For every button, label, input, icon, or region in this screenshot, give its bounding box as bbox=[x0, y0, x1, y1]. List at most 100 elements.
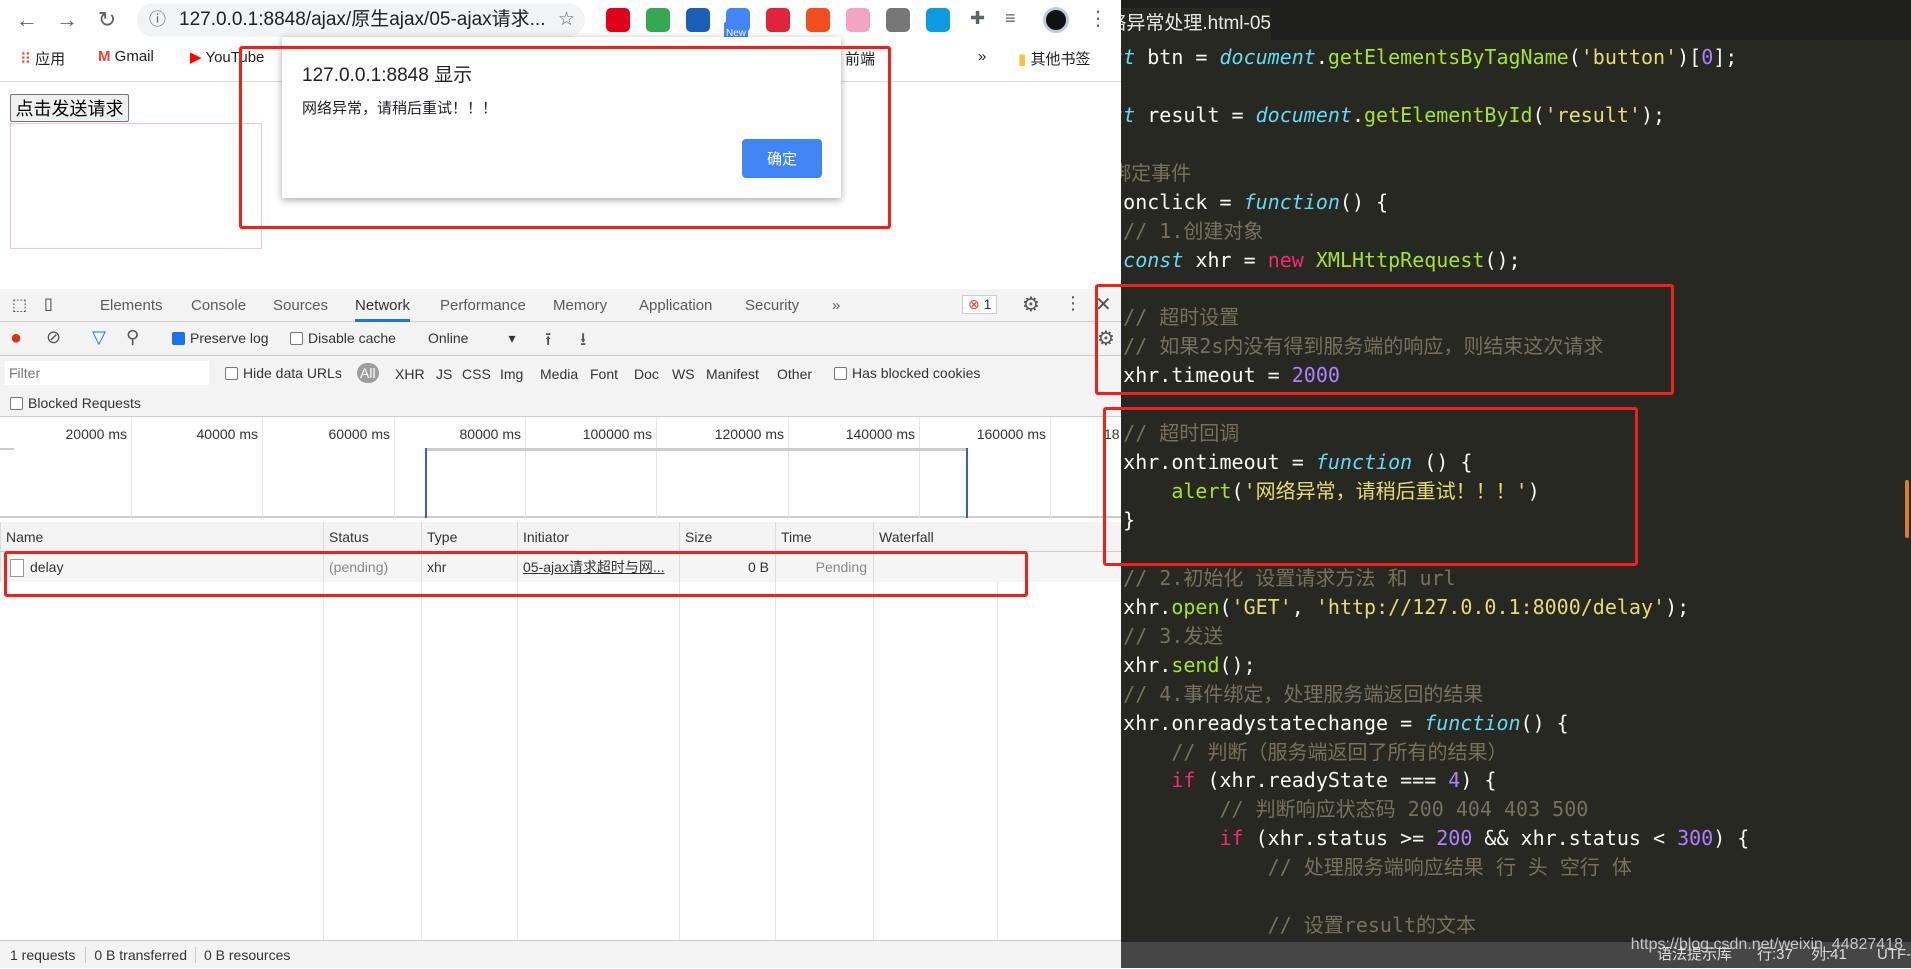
tab-console[interactable]: Console bbox=[191, 289, 246, 322]
adblock-extension-icon[interactable] bbox=[606, 8, 630, 32]
code-line[interactable]: // 绑定事件 bbox=[1121, 159, 1911, 188]
bookmark-star-icon[interactable]: ☆ bbox=[558, 3, 575, 37]
device-toggle-icon[interactable]: ▯ bbox=[44, 294, 53, 314]
column-time[interactable]: Time bbox=[775, 522, 873, 551]
ghost-extension-icon[interactable] bbox=[886, 8, 910, 32]
filter-type-other[interactable]: Other bbox=[777, 366, 812, 382]
code-line[interactable]: xhr.ontimeout = function () { bbox=[1121, 448, 1911, 477]
extensions-puzzle-icon[interactable]: ✚ bbox=[970, 8, 985, 29]
send-request-button[interactable]: 点击发送请求 bbox=[10, 94, 129, 122]
column-type[interactable]: Type bbox=[421, 522, 517, 551]
clear-icon[interactable]: ⊘ bbox=[46, 327, 61, 348]
bookmark-gmail[interactable]: M Gmail bbox=[98, 48, 154, 65]
cell-initiator[interactable]: 05-ajax请求超时与网... bbox=[517, 552, 679, 582]
code-line[interactable]: // 超时回调 bbox=[1121, 419, 1911, 448]
code-line[interactable] bbox=[1121, 130, 1911, 159]
column-name[interactable]: Name bbox=[0, 522, 323, 551]
code-area[interactable]: const btn = document.getElementsByTagNam… bbox=[1121, 43, 1911, 940]
colorful-extension-icon[interactable] bbox=[646, 8, 670, 32]
code-line[interactable]: xhr.send(); bbox=[1121, 651, 1911, 680]
column-size[interactable]: Size bbox=[679, 522, 775, 551]
filter-type-xhr[interactable]: XHR bbox=[395, 366, 425, 382]
tab-elements[interactable]: Elements bbox=[100, 289, 163, 322]
tab-application[interactable]: Application bbox=[639, 289, 712, 322]
hide-data-urls-checkbox[interactable]: Hide data URLs bbox=[225, 365, 342, 381]
code-line[interactable]: xhr.open('GET', 'http://127.0.0.1:8000/d… bbox=[1121, 593, 1911, 622]
filter-input[interactable] bbox=[5, 361, 209, 385]
filter-type-ws[interactable]: WS bbox=[672, 366, 695, 382]
timeline-overview[interactable]: 20000 ms 40000 ms 60000 ms 80000 ms 100000 m… bbox=[0, 417, 1121, 518]
code-line[interactable]: alert('网络异常，请稍后重试！！！') bbox=[1121, 477, 1911, 506]
filter-type-css[interactable]: CSS bbox=[462, 366, 491, 382]
has-blocked-cookies-checkbox[interactable]: Has blocked cookies bbox=[834, 365, 980, 381]
throttle-select[interactable]: Online ▾ bbox=[428, 330, 516, 347]
info-icon[interactable]: ⓘ bbox=[149, 3, 166, 37]
bookmark-frontend[interactable]: 前端 bbox=[845, 48, 875, 69]
code-line[interactable]: // 4.事件绑定，处理服务端返回的结果 bbox=[1121, 680, 1911, 709]
editor-scrollbar[interactable] bbox=[1905, 480, 1909, 538]
close-devtools-icon[interactable]: ✕ bbox=[1095, 292, 1112, 317]
error-badge[interactable]: ⊗ 1 bbox=[962, 295, 998, 314]
blocked-requests-checkbox[interactable]: Blocked Requests bbox=[10, 395, 141, 411]
bookmark-other[interactable]: ▮ 其他书签 bbox=[1018, 48, 1090, 69]
code-line[interactable]: const xhr = new XMLHttpRequest(); bbox=[1121, 246, 1911, 275]
search-icon[interactable]: ⚲ bbox=[126, 327, 139, 348]
code-line[interactable]: // 判断响应状态码 200 404 403 500 bbox=[1121, 795, 1911, 824]
network-settings-icon[interactable]: ⚙ bbox=[1097, 326, 1115, 351]
tv-extension-icon[interactable] bbox=[846, 8, 870, 32]
tab-sources[interactable]: Sources bbox=[273, 289, 328, 322]
import-har-icon[interactable]: ⭱ bbox=[545, 327, 551, 357]
code-line[interactable]: const btn = document.getElementsByTagNam… bbox=[1121, 43, 1911, 72]
alert-ok-button[interactable]: 确定 bbox=[742, 139, 822, 178]
code-line[interactable] bbox=[1121, 390, 1911, 419]
new-ext-extension-icon[interactable]: New bbox=[724, 8, 750, 46]
devtools-menu-icon[interactable]: ⋮ bbox=[1064, 293, 1082, 314]
bookmark-apps[interactable]: 应用 bbox=[35, 51, 65, 68]
reading-list-icon[interactable]: ≡ bbox=[1005, 8, 1016, 29]
code-line[interactable]: // 3.发送 bbox=[1121, 622, 1911, 651]
code-line[interactable] bbox=[1121, 275, 1911, 304]
code-line[interactable]: // 超时设置 bbox=[1121, 303, 1911, 332]
record-icon[interactable]: ● bbox=[10, 327, 22, 350]
code-line[interactable]: } bbox=[1121, 506, 1911, 535]
cell-name[interactable]: delay bbox=[0, 552, 323, 582]
table-row[interactable]: delay (pending) xhr 05-ajax请求超时与网... 0 B Pend… bbox=[0, 552, 1121, 582]
code-line[interactable]: if (xhr.readyState === 4) { bbox=[1121, 766, 1911, 795]
column-waterfall[interactable]: Waterfall bbox=[873, 522, 997, 551]
code-line[interactable] bbox=[1121, 535, 1911, 564]
inspect-element-icon[interactable]: ⬚ bbox=[12, 295, 27, 315]
apps-grid-icon[interactable]: ⠿ 应用 bbox=[20, 48, 65, 69]
code-line[interactable]: const result = document.getElementById('… bbox=[1121, 101, 1911, 130]
code-line[interactable]: // 1.创建对象 bbox=[1121, 217, 1911, 246]
code-line[interactable]: // 处理服务端响应结果 行 头 空行 体 bbox=[1121, 853, 1911, 882]
code-line[interactable]: xhr.timeout = 2000 bbox=[1121, 361, 1911, 390]
filter-type-manifest[interactable]: Manifest bbox=[706, 366, 759, 382]
filter-type-doc[interactable]: Doc bbox=[634, 366, 659, 382]
pin-extension-icon[interactable] bbox=[686, 8, 710, 32]
filter-type-all[interactable]: All bbox=[357, 363, 379, 383]
back-icon[interactable]: ← bbox=[12, 6, 42, 34]
tab-network[interactable]: Network bbox=[355, 289, 411, 322]
tab-security[interactable]: Security bbox=[745, 289, 799, 322]
disable-cache-checkbox[interactable]: Disable cache bbox=[290, 330, 396, 346]
circle-extension-icon[interactable] bbox=[766, 8, 790, 32]
filter-type-font[interactable]: Font bbox=[590, 366, 618, 382]
filter-type-img[interactable]: Img bbox=[500, 366, 523, 382]
forward-icon[interactable]: → bbox=[52, 6, 82, 34]
reload-icon[interactable]: ↻ bbox=[92, 6, 122, 34]
code-line[interactable]: btn.onclick = function() { bbox=[1121, 188, 1911, 217]
code-line[interactable]: // 如果2s内没有得到服务端的响应，则结束这次请求 bbox=[1121, 332, 1911, 361]
code-editor[interactable]: 05-ajax请求超时与网络异常处理.html const btn = docu… bbox=[1121, 0, 1911, 968]
column-initiator[interactable]: Initiator bbox=[517, 522, 679, 551]
hex-extension-icon[interactable] bbox=[926, 8, 950, 32]
column-status[interactable]: Status bbox=[323, 522, 421, 551]
menu-dots-icon[interactable]: ⋮ bbox=[1088, 6, 1108, 31]
code-line[interactable]: // 2.初始化 设置请求方法 和 url bbox=[1121, 564, 1911, 593]
address-text[interactable]: 127.0.0.1:8848/ajax/原生ajax/05-ajax请求... bbox=[179, 9, 545, 30]
filter-icon[interactable]: ▽ bbox=[92, 327, 106, 348]
code-line[interactable] bbox=[1121, 882, 1911, 911]
tab-memory[interactable]: Memory bbox=[553, 289, 607, 322]
more-bookmarks-icon[interactable]: » bbox=[978, 48, 986, 65]
code-line[interactable]: if (xhr.status >= 200 && xhr.status < 30… bbox=[1121, 824, 1911, 853]
editor-tab[interactable]: 05-ajax请求超时与网络异常处理.html bbox=[1121, 8, 1271, 40]
